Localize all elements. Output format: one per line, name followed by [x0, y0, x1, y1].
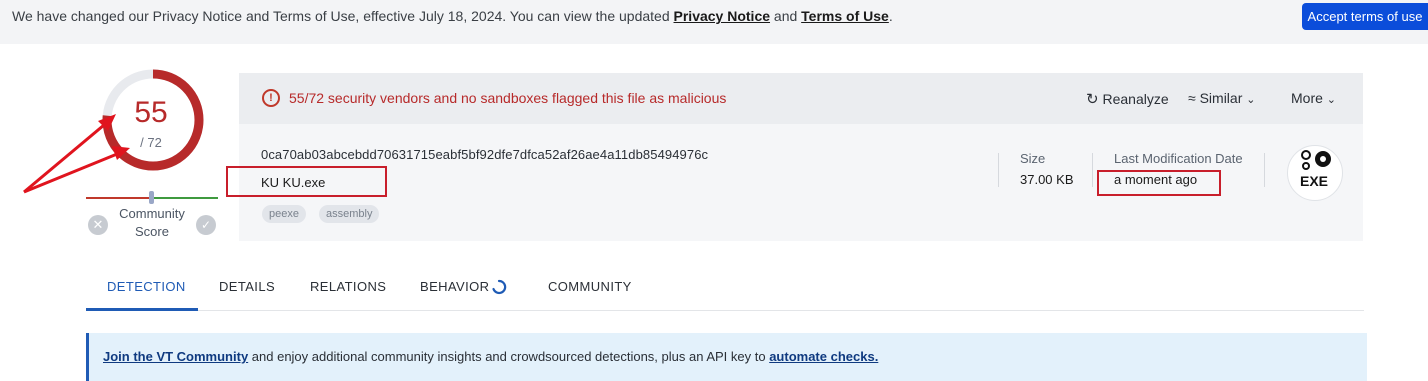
- gear-icon: [1301, 150, 1331, 170]
- automate-checks-link[interactable]: automate checks.: [769, 349, 878, 364]
- refresh-icon: ↻: [1086, 91, 1099, 108]
- join-community-link[interactable]: Join the VT Community: [103, 349, 248, 364]
- reanalyze-button[interactable]: ↻ Reanalyze: [1086, 90, 1169, 108]
- active-tab-indicator: [86, 308, 198, 311]
- tab-community[interactable]: COMMUNITY: [548, 279, 632, 294]
- similar-icon: ≈: [1188, 90, 1196, 106]
- loading-spinner-icon: [492, 279, 507, 295]
- similar-label: Similar: [1199, 90, 1243, 106]
- annotation-arrow-lower: [23, 150, 123, 194]
- more-dropdown[interactable]: More ⌄: [1291, 90, 1336, 106]
- tag-assembly[interactable]: assembly: [319, 205, 380, 223]
- file-hash[interactable]: 0ca70ab03abcebdd70631715eabf5bf92dfe7dfc…: [261, 147, 708, 162]
- close-icon[interactable]: ✕: [88, 215, 108, 235]
- annotation-arrowhead-lower: [112, 146, 130, 160]
- divider: [1264, 153, 1265, 187]
- file-type-label: EXE: [1299, 173, 1328, 189]
- community-score-marker: [149, 191, 154, 204]
- community-banner-text: Join the VT Community and enjoy addition…: [103, 349, 878, 364]
- community-label-line2: Score: [135, 224, 169, 239]
- community-bar-negative: [86, 197, 152, 199]
- community-banner-middle: and enjoy additional community insights …: [248, 349, 770, 364]
- last-modification-label: Last Modification Date: [1114, 151, 1243, 166]
- banner-and-text: and: [770, 8, 802, 24]
- chevron-down-icon: ⌄: [1246, 94, 1256, 106]
- similar-dropdown[interactable]: ≈ Similar ⌄: [1188, 90, 1255, 106]
- tag-peexe[interactable]: peexe: [262, 205, 306, 223]
- size-label: Size: [1020, 151, 1046, 166]
- annotation-arrow-upper: [23, 118, 111, 194]
- alert-circle-icon: !: [262, 89, 280, 107]
- check-icon[interactable]: ✓: [196, 215, 216, 235]
- tab-details[interactable]: DETAILS: [219, 279, 275, 294]
- privacy-notice-link[interactable]: Privacy Notice: [674, 8, 771, 24]
- size-value: 37.00 KB: [1020, 172, 1074, 187]
- divider: [1092, 153, 1093, 187]
- annotation-box-filename: [226, 166, 387, 197]
- terms-of-use-link[interactable]: Terms of Use: [801, 8, 889, 24]
- more-label: More: [1291, 90, 1323, 106]
- reanalyze-label: Reanalyze: [1102, 91, 1169, 107]
- detection-alert-text: 55/72 security vendors and no sandboxes …: [289, 90, 727, 106]
- tab-behavior[interactable]: BEHAVIOR: [420, 279, 489, 294]
- tabs-divider: [86, 310, 1364, 311]
- annotation-box-lastmod: [1097, 170, 1221, 196]
- community-label-line1: Community: [119, 206, 185, 221]
- banner-end-text: .: [888, 8, 893, 24]
- accept-terms-button[interactable]: Accept terms of use: [1302, 3, 1428, 30]
- community-score-label: Community Score: [110, 205, 194, 241]
- tab-relations[interactable]: RELATIONS: [310, 279, 386, 294]
- chevron-down-icon: ⌄: [1326, 94, 1337, 106]
- community-bar-positive: [152, 197, 218, 199]
- annotation-arrows: [23, 114, 130, 194]
- tab-detection[interactable]: DETECTION: [107, 279, 186, 294]
- divider: [998, 153, 999, 187]
